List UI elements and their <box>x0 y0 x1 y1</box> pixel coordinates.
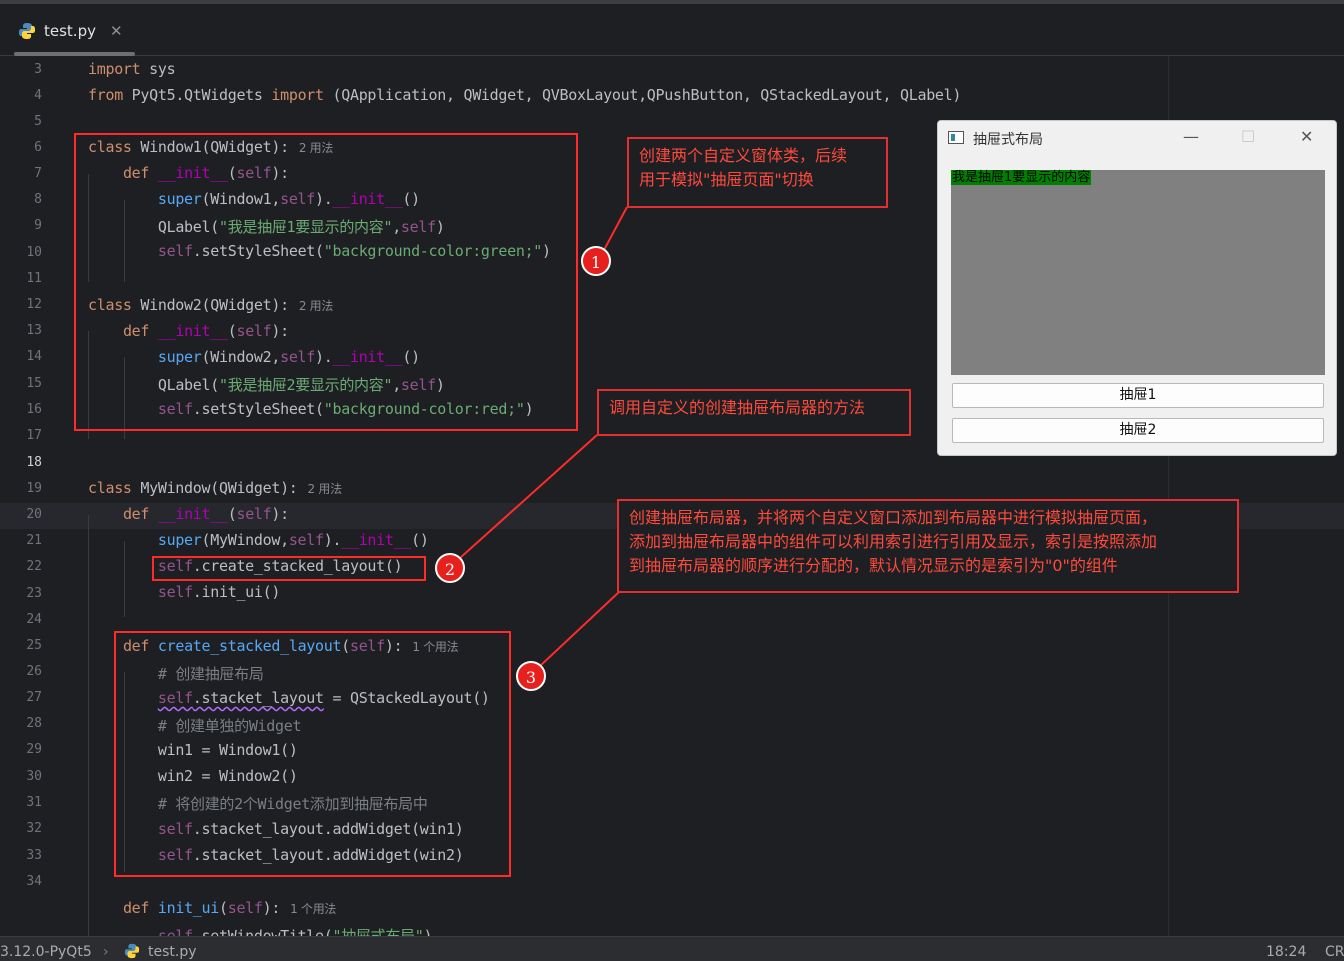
line-number: 34 <box>26 874 42 889</box>
line-number: 3 <box>34 62 42 77</box>
line-number: 29 <box>26 742 42 757</box>
breadcrumb-file[interactable]: test.py <box>148 944 197 960</box>
line-number: 8 <box>34 192 42 207</box>
line-number: 19 <box>26 481 42 496</box>
line-ending[interactable]: CR <box>1325 944 1344 960</box>
usage-hint: 2 用法 <box>307 482 343 496</box>
line-number: 22 <box>26 559 42 574</box>
annotation-box-window-classes <box>74 133 578 431</box>
tab-test-py[interactable]: test.py ✕ <box>18 18 123 44</box>
status-bar: 3.12.0-PyQt5 › test.py 18:24 CR <box>0 936 1344 961</box>
code-line-17: class MyWindow(QWidget): 2 用法 <box>88 479 342 497</box>
tab-label: test.py <box>44 22 96 40</box>
code-line-19: super(MyWindow,self).__init__() <box>157 531 429 549</box>
line-number: 5 <box>34 114 42 129</box>
interpreter-name[interactable]: 3.12.0-PyQt5 <box>0 944 92 960</box>
breadcrumb-chevron-icon: › <box>103 944 109 960</box>
line-number: 31 <box>26 795 42 810</box>
annotation-badge-1: 1 <box>581 246 611 276</box>
line-number: 13 <box>26 323 42 338</box>
line-number: 25 <box>26 638 42 653</box>
line-number: 15 <box>26 376 42 391</box>
stacked-widget-area: 我是抽屉1要显示的内容 <box>951 170 1325 375</box>
code-line-18: def __init__(self): <box>122 505 289 523</box>
code-line-21: self.init_ui() <box>157 583 281 601</box>
line-number: 7 <box>34 166 42 181</box>
line-number: 24 <box>26 612 42 627</box>
app-window-icon <box>948 131 964 144</box>
line-number: 6 <box>34 140 42 155</box>
line-number: 14 <box>26 349 42 364</box>
drawer2-button[interactable]: 抽屉2 <box>952 418 1324 443</box>
annotation-box-create-call <box>152 556 426 581</box>
line-number: 26 <box>26 664 42 679</box>
code-line-33: def init_ui(self): 1 个用法 <box>122 899 337 917</box>
line-number: 12 <box>26 297 42 312</box>
line-number: 20 <box>26 507 42 522</box>
line-number: 9 <box>34 218 42 233</box>
qt-titlebar[interactable]: 抽屉式布局 — ☐ ✕ <box>938 121 1336 155</box>
drawer1-button[interactable]: 抽屉1 <box>952 383 1324 408</box>
annotation-callout-2: 调用自定义的创建抽屉布局器的方法 <box>597 389 911 436</box>
python-file-icon <box>124 943 140 959</box>
line-number: 30 <box>26 769 42 784</box>
line-number-gutter: 1234567891011121314151617181920212223242… <box>0 56 60 936</box>
line-number: 16 <box>26 402 42 417</box>
line-number: 32 <box>26 821 42 836</box>
line-number: 28 <box>26 716 42 731</box>
code-line-1: import sys <box>88 60 176 78</box>
annotation-box-create-method <box>114 631 511 877</box>
qt-app-window[interactable]: 抽屉式布局 — ☐ ✕ 我是抽屉1要显示的内容 抽屉1 抽屉2 <box>937 120 1337 456</box>
tab-close-icon[interactable]: ✕ <box>110 22 123 40</box>
annotation-callout-1: 创建两个自定义窗体类，后续 用于模拟"抽屉页面"切换 <box>627 137 888 208</box>
drawer-label: 我是抽屉1要显示的内容 <box>951 170 1092 185</box>
line-number: 27 <box>26 690 42 705</box>
line-number: 21 <box>26 533 42 548</box>
annotation-callout-3: 创建抽屉布局器，并将两个自定义窗口添加到布局器中进行模拟抽屉页面， 添加到抽屉布… <box>617 499 1239 593</box>
minimize-icon[interactable]: — <box>1183 127 1199 146</box>
annotation-badge-3: 3 <box>516 661 546 691</box>
close-icon[interactable]: ✕ <box>1300 127 1313 146</box>
maximize-icon[interactable]: ☐ <box>1241 127 1255 146</box>
line-number: 17 <box>26 428 42 443</box>
line-number: 33 <box>26 848 42 863</box>
qt-window-title: 抽屉式布局 <box>973 132 1043 148</box>
editor-tab-bar: test.py ✕ <box>0 4 1344 56</box>
cursor-position[interactable]: 18:24 <box>1266 944 1306 960</box>
line-number: 18 <box>26 455 42 470</box>
line-number: 10 <box>26 245 42 260</box>
code-line-2: from PyQt5.QtWidgets import (QApplicatio… <box>88 86 962 104</box>
line-number: 11 <box>26 271 42 286</box>
usage-hint: 1 个用法 <box>290 902 337 916</box>
code-line-34: self.setWindowTitle("抽屉式布局") <box>157 927 433 936</box>
python-file-icon <box>19 23 35 39</box>
annotation-badge-2: 2 <box>435 553 465 583</box>
indent-guide <box>124 541 125 617</box>
line-number: 23 <box>26 586 42 601</box>
line-number: 4 <box>34 88 42 103</box>
